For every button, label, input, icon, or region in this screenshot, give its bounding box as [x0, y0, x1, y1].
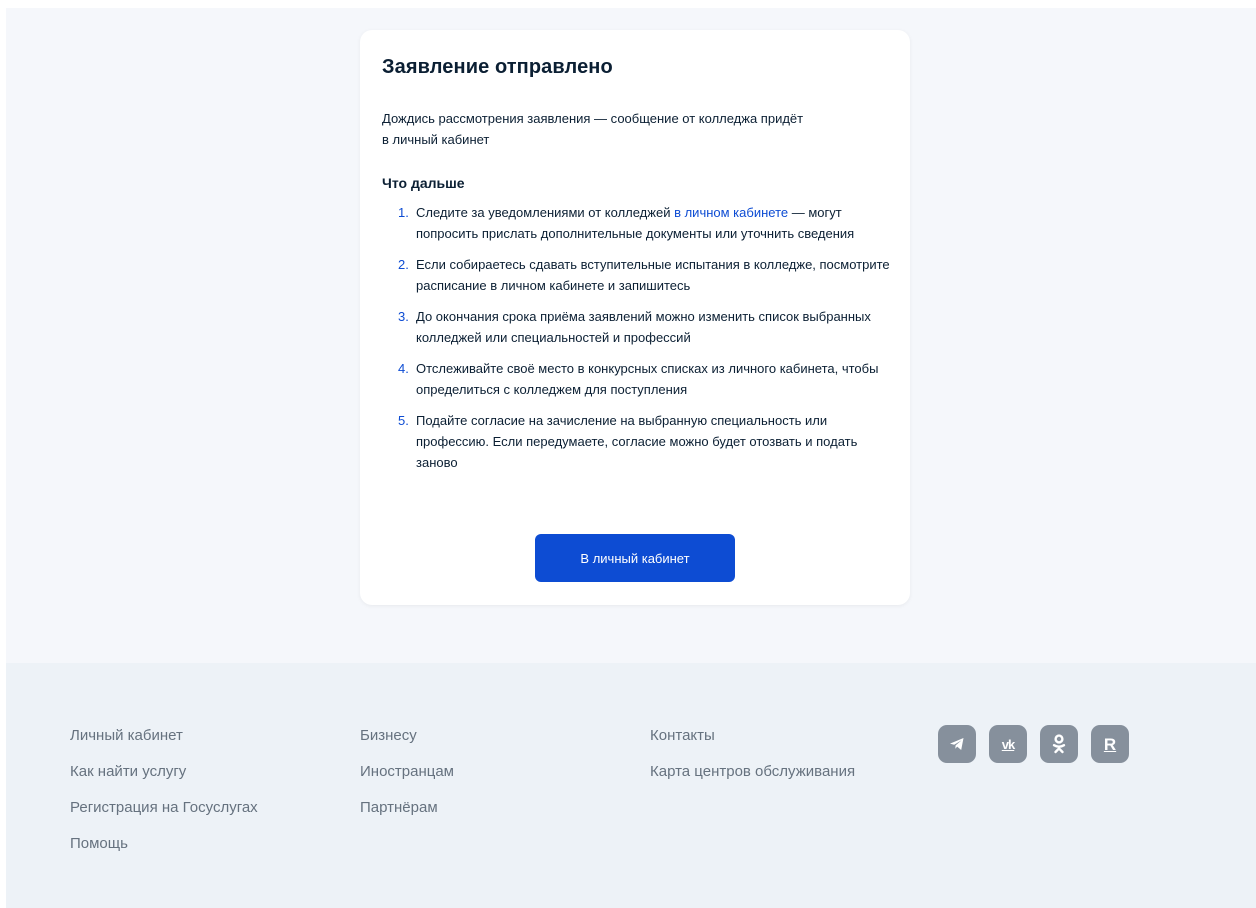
- step-item: 3. До окончания срока приёма заявлений м…: [382, 306, 892, 348]
- telegram-glyph: [950, 738, 964, 750]
- footer-link-partners[interactable]: Партнёрам: [360, 799, 438, 816]
- vk-glyph: vk: [1001, 736, 1016, 752]
- site-footer: Личный кабинет Как найти услугу Регистра…: [6, 663, 1256, 908]
- footer-link-business[interactable]: Бизнесу: [360, 727, 417, 744]
- footer-link-help[interactable]: Помощь: [70, 835, 128, 852]
- card-description-line-1: Дождись рассмотрения заявления — сообщен…: [382, 111, 804, 126]
- next-steps-list: 1. Следите за уведомлениями от колледжей…: [382, 202, 892, 483]
- odnoklassniki-glyph: [1052, 734, 1066, 754]
- rutube-icon[interactable]: R: [1091, 725, 1129, 763]
- footer-link-contacts[interactable]: Контакты: [650, 727, 715, 744]
- main-area: Заявление отправлено Дождись рассмотрени…: [6, 8, 1256, 663]
- footer-column-account: Личный кабинет Как найти услугу Регистра…: [70, 726, 258, 870]
- go-to-personal-account-button[interactable]: В личный кабинет: [535, 534, 735, 582]
- footer-column-contacts: Контакты Карта центров обслуживания: [650, 726, 855, 798]
- footer-link-find-service[interactable]: Как найти услугу: [70, 763, 186, 780]
- footer-link-personal-account[interactable]: Личный кабинет: [70, 727, 183, 744]
- vk-icon[interactable]: vk: [989, 725, 1027, 763]
- step-text: До окончания срока приёма заявлений можн…: [416, 309, 871, 345]
- application-sent-card: Заявление отправлено Дождись рассмотрени…: [360, 30, 910, 605]
- step-text: Подайте согласие на зачисление на выбран…: [416, 413, 858, 470]
- step-item: 4. Отслеживайте своё место в конкурсных …: [382, 358, 892, 400]
- card-title: Заявление отправлено: [382, 56, 613, 78]
- odnoklassniki-icon[interactable]: [1040, 725, 1078, 763]
- step-number: 4.: [398, 361, 409, 376]
- step-text: Отслеживайте своё место в конкурсных спи…: [416, 361, 879, 397]
- page: Заявление отправлено Дождись рассмотрени…: [6, 8, 1256, 908]
- telegram-icon[interactable]: [938, 725, 976, 763]
- social-links: vk R: [938, 725, 1129, 763]
- step-number: 2.: [398, 257, 409, 272]
- step-item: 1. Следите за уведомлениями от колледжей…: [382, 202, 892, 244]
- rutube-glyph: R: [1103, 734, 1117, 754]
- step-item: 2. Если собираетесь сдавать вступительны…: [382, 254, 892, 296]
- step-number: 1.: [398, 205, 409, 220]
- step-text: Если собираетесь сдавать вступительные и…: [416, 257, 890, 293]
- step-number: 5.: [398, 413, 409, 428]
- card-description-line-2: в личный кабинет: [382, 132, 490, 147]
- footer-link-service-centers-map[interactable]: Карта центров обслуживания: [650, 763, 855, 780]
- step-number: 3.: [398, 309, 409, 324]
- card-description: Дождись рассмотрения заявления — сообщен…: [382, 108, 872, 150]
- step-text: Следите за уведомлениями от колледжей: [416, 205, 675, 220]
- personal-account-link[interactable]: в личном кабинете: [674, 205, 788, 220]
- footer-link-foreigners[interactable]: Иностранцам: [360, 763, 454, 780]
- footer-link-registration[interactable]: Регистрация на Госуслугах: [70, 799, 258, 816]
- next-steps-title: Что дальше: [382, 175, 465, 191]
- step-item: 5. Подайте согласие на зачисление на выб…: [382, 410, 892, 473]
- footer-column-audiences: Бизнесу Иностранцам Партнёрам: [360, 726, 454, 834]
